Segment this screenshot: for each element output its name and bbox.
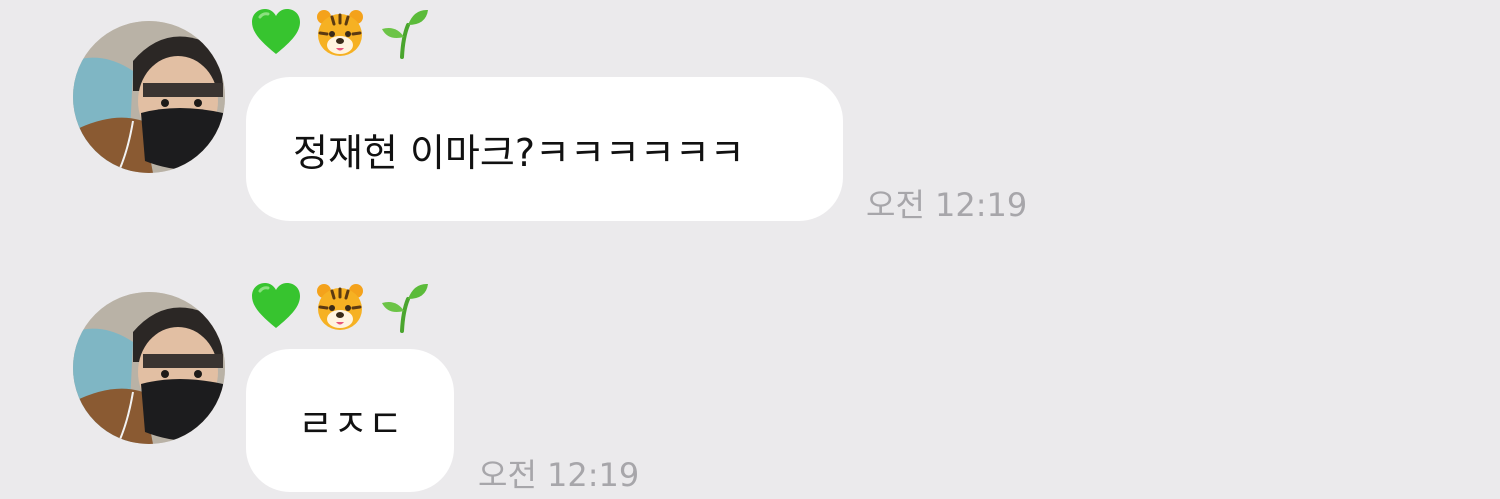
- green-heart-icon: [250, 7, 302, 59]
- tiger-face-icon: [314, 281, 366, 333]
- avatar[interactable]: [73, 21, 225, 173]
- seedling-icon: [378, 281, 430, 333]
- message-text: 정재현 이마크?ㅋㅋㅋㅋㅋㅋ: [293, 130, 745, 175]
- sender-name: [250, 7, 430, 59]
- message-row: 정재현 이마크?ㅋㅋㅋㅋㅋㅋ 오전 12:19: [0, 0, 1500, 240]
- message-timestamp: 오전 12:19: [866, 186, 1028, 224]
- message-bubble[interactable]: 정재현 이마크?ㅋㅋㅋㅋㅋㅋ: [246, 77, 843, 221]
- tiger-face-icon: [314, 7, 366, 59]
- seedling-icon: [378, 7, 430, 59]
- message-bubble[interactable]: ㄹㅈㄷ: [246, 349, 454, 492]
- avatar[interactable]: [73, 292, 225, 444]
- message-text: ㄹㅈㄷ: [298, 402, 403, 446]
- green-heart-icon: [250, 281, 302, 333]
- message-timestamp: 오전 12:19: [478, 456, 640, 494]
- message-row: ㄹㅈㄷ 오전 12:19: [0, 270, 1500, 499]
- sender-name: [250, 281, 430, 333]
